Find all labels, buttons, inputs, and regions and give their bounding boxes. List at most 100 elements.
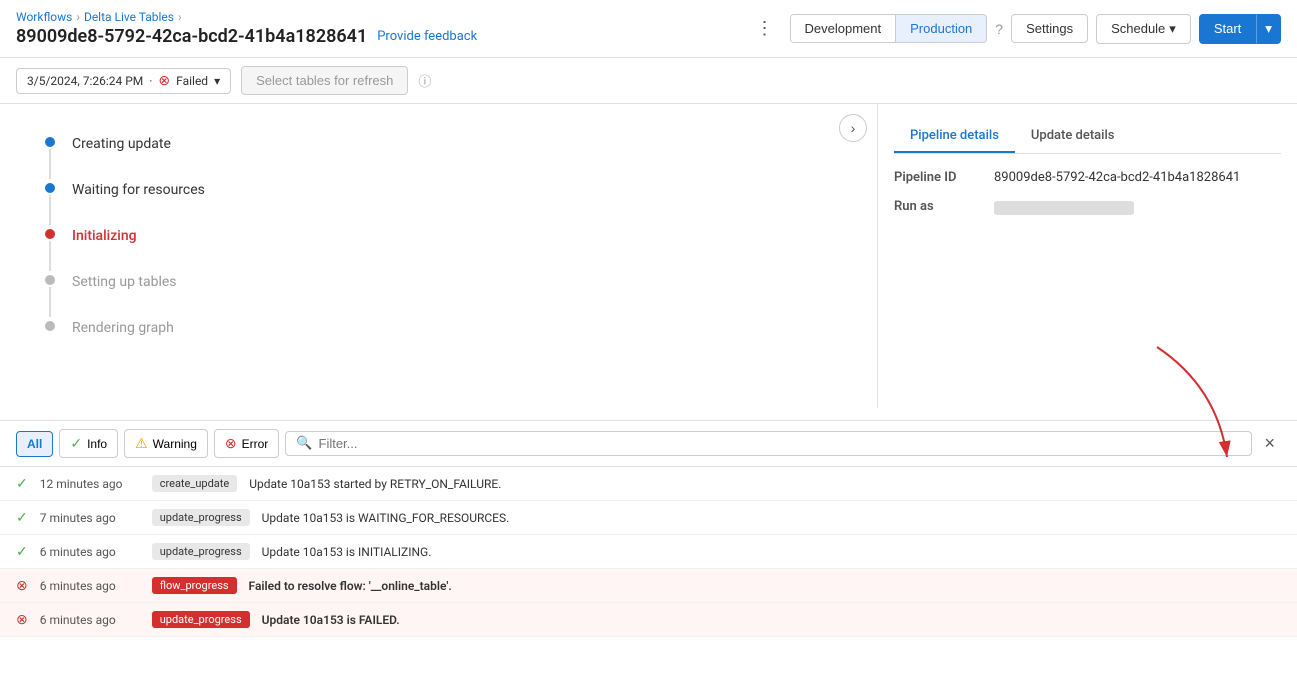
log-source: update_progress <box>152 509 250 526</box>
status-chevron-icon: ▾ <box>214 74 220 88</box>
step-dot <box>45 229 55 239</box>
fail-icon: ⊗ <box>158 73 170 89</box>
filter-all-button[interactable]: All <box>16 431 53 457</box>
breadcrumb: Workflows › Delta Live Tables › <box>16 10 477 24</box>
log-status-icon: ✓ <box>16 476 28 492</box>
log-status-icon: ✓ <box>16 510 28 526</box>
log-toolbar: All ✓ Info ⚠ Warning ⊗ Error 🔍 × <box>0 421 1297 467</box>
pipeline-id-value: 89009de8-5792-42ca-bcd2-41b4a1828641 <box>994 170 1240 185</box>
tab-update-details[interactable]: Update details <box>1015 120 1131 153</box>
info-check-icon: ✓ <box>70 435 82 452</box>
step-line <box>49 195 51 225</box>
select-tables-button[interactable]: Select tables for refresh <box>241 66 408 95</box>
log-table-container: ✓ 12 minutes ago create_update Update 10… <box>0 467 1297 637</box>
status-label: Failed <box>176 74 208 88</box>
filter-error-button[interactable]: ⊗ Error <box>214 429 279 458</box>
step-item: Waiting for resources <box>40 180 837 226</box>
log-status-icon: ✓ <box>16 544 28 560</box>
log-status-icon: ⊗ <box>16 612 28 628</box>
log-message: Update 10a153 started by RETRY_ON_FAILUR… <box>249 477 1281 491</box>
log-message: Failed to resolve flow: '__online_table'… <box>249 579 1281 593</box>
log-row[interactable]: ⊗ 6 minutes ago flow_progress Failed to … <box>0 569 1297 603</box>
select-tables-info-icon[interactable]: ⓘ <box>418 71 431 90</box>
more-options-button[interactable]: ⋮ <box>748 14 782 43</box>
step-label: Waiting for resources <box>72 180 205 226</box>
log-source-badge: update_progress <box>152 543 250 560</box>
schedule-chevron-icon: ▾ <box>1169 21 1176 37</box>
log-source: flow_progress <box>152 577 237 594</box>
environment-toggle: Development Production <box>790 14 988 43</box>
filter-all-label: All <box>27 437 42 451</box>
step-item: Initializing <box>40 226 837 272</box>
log-source-badge: update_progress <box>152 611 250 628</box>
start-group: Start ▾ <box>1199 14 1281 44</box>
start-button[interactable]: Start <box>1199 14 1256 44</box>
error-icon: ⊗ <box>225 435 237 452</box>
step-dot <box>45 321 55 331</box>
log-row[interactable]: ⊗ 6 minutes ago update_progress Update 1… <box>0 603 1297 637</box>
breadcrumb-sep2: › <box>178 10 182 24</box>
log-time: 6 minutes ago <box>40 613 140 627</box>
step-line <box>49 241 51 271</box>
step-label: Initializing <box>72 226 137 272</box>
log-row[interactable]: ✓ 7 minutes ago update_progress Update 1… <box>0 501 1297 535</box>
filter-search-icon: 🔍 <box>296 436 312 451</box>
collapse-panel-button[interactable]: › <box>839 114 867 142</box>
tab-pipeline-details[interactable]: Pipeline details <box>894 120 1015 153</box>
pipeline-id-label: Pipeline ID <box>894 170 984 185</box>
log-row[interactable]: ✓ 12 minutes ago create_update Update 10… <box>0 467 1297 501</box>
log-table: ✓ 12 minutes ago create_update Update 10… <box>0 467 1297 637</box>
start-dropdown-button[interactable]: ▾ <box>1256 14 1281 44</box>
feedback-link[interactable]: Provide feedback <box>377 29 477 44</box>
step-item: Setting up tables <box>40 272 837 318</box>
filter-warning-button[interactable]: ⚠ Warning <box>124 429 208 458</box>
development-button[interactable]: Development <box>791 15 897 42</box>
run-as-blurred <box>994 201 1134 215</box>
step-connector <box>40 272 60 317</box>
log-message: Update 10a153 is INITIALIZING. <box>262 545 1281 559</box>
filter-input[interactable] <box>319 436 1242 451</box>
production-help-icon[interactable]: ? <box>995 21 1003 37</box>
filter-info-button[interactable]: ✓ Info <box>59 429 118 458</box>
run-status-pill[interactable]: 3/5/2024, 7:26:24 PM · ⊗ Failed ▾ <box>16 68 231 94</box>
run-as-field: Run as <box>894 199 1281 219</box>
log-time: 12 minutes ago <box>40 477 140 491</box>
step-dot <box>45 137 55 147</box>
log-source-badge: update_progress <box>152 509 250 526</box>
filter-warning-label: Warning <box>153 437 197 451</box>
step-dot <box>45 183 55 193</box>
toolbar: 3/5/2024, 7:26:24 PM · ⊗ Failed ▾ Select… <box>0 58 1297 104</box>
log-source-badge: create_update <box>152 475 237 492</box>
step-connector <box>40 180 60 225</box>
step-item: Creating update <box>40 134 837 180</box>
panel-tabs: Pipeline details Update details <box>894 120 1281 154</box>
warning-icon: ⚠ <box>135 435 148 452</box>
right-panel: Pipeline details Update details Pipeline… <box>877 104 1297 408</box>
step-dot <box>45 275 55 285</box>
log-time: 7 minutes ago <box>40 511 140 525</box>
log-row[interactable]: ✓ 6 minutes ago update_progress Update 1… <box>0 535 1297 569</box>
close-log-button[interactable]: × <box>1258 431 1281 456</box>
log-time: 6 minutes ago <box>40 579 140 593</box>
log-source-badge: flow_progress <box>152 577 237 594</box>
step-line <box>49 287 51 317</box>
log-status-icon: ⊗ <box>16 578 28 594</box>
log-source: update_progress <box>152 611 250 628</box>
pipeline-id-field: Pipeline ID 89009de8-5792-42ca-bcd2-41b4… <box>894 170 1281 185</box>
breadcrumb-sep1: › <box>76 10 80 24</box>
log-source: update_progress <box>152 543 250 560</box>
log-message: Update 10a153 is WAITING_FOR_RESOURCES. <box>262 511 1281 525</box>
run-as-value <box>994 199 1134 219</box>
pipeline-steps-panel: › Creating update Waiting for resources … <box>0 104 877 408</box>
schedule-button[interactable]: Schedule ▾ <box>1096 14 1191 44</box>
filter-error-label: Error <box>242 437 269 451</box>
filter-input-wrap: 🔍 <box>285 431 1252 456</box>
step-connector <box>40 134 60 179</box>
filter-info-label: Info <box>87 437 107 451</box>
select-tables-label: Select tables for refresh <box>256 73 393 88</box>
settings-button[interactable]: Settings <box>1011 14 1088 43</box>
breadcrumb-delta-live-tables[interactable]: Delta Live Tables <box>84 10 174 24</box>
production-button[interactable]: Production <box>896 15 986 42</box>
breadcrumb-workflows[interactable]: Workflows <box>16 10 72 24</box>
log-section: All ✓ Info ⚠ Warning ⊗ Error 🔍 × <box>0 420 1297 680</box>
